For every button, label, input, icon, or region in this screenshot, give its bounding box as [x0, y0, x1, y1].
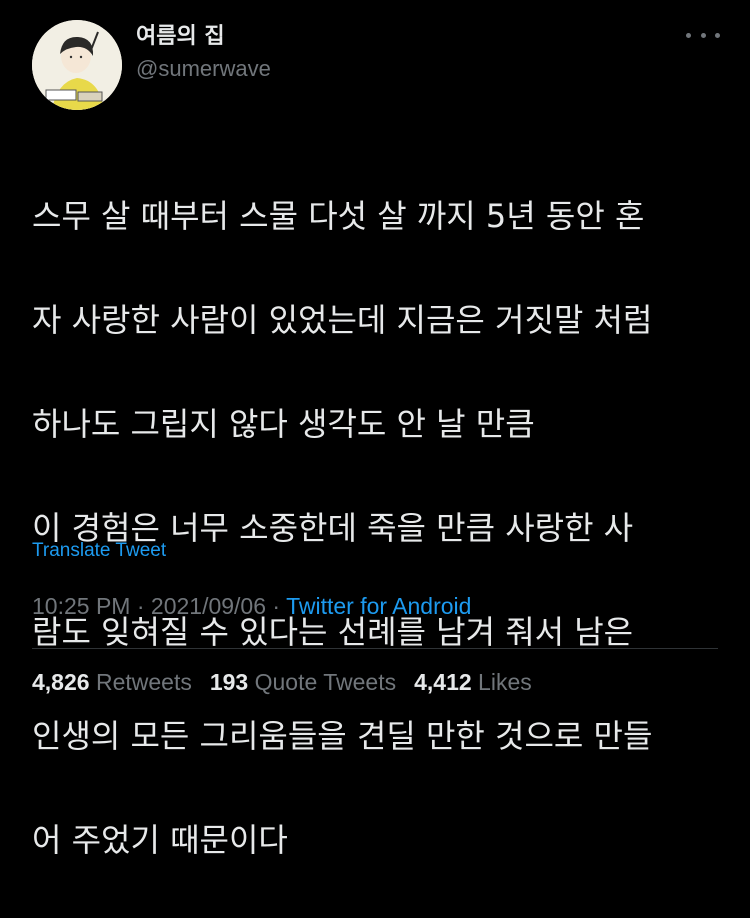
tweet-header: 여름의 집 @sumerwave	[32, 12, 730, 110]
meta-separator: ·	[272, 593, 281, 619]
tweet-line: 자 사랑한 사람이 있었는데 지금은 거짓말 처럼	[32, 301, 653, 339]
quote-tweets-count: 193	[209, 669, 249, 695]
tweet-date[interactable]: 2021/09/06	[151, 593, 266, 619]
likes-count: 4,412	[414, 669, 472, 695]
avatar[interactable]	[32, 20, 122, 110]
quote-tweets-label: Quote Tweets	[254, 669, 397, 695]
likes-label: Likes	[478, 669, 532, 695]
quote-tweets-stat[interactable]: 193 Quote Tweets	[210, 669, 396, 696]
retweets-label: Retweets	[95, 669, 192, 695]
tweet-line: 하나도 그립지 않다 생각도 안 날 만큼	[32, 405, 535, 443]
divider	[32, 648, 718, 649]
avatar-illustration	[32, 20, 122, 110]
engagement-stats: 4,826 Retweets 193 Quote Tweets 4,412 Li…	[32, 669, 532, 696]
likes-stat[interactable]: 4,412 Likes	[414, 669, 532, 696]
more-dot	[700, 32, 706, 38]
more-dot	[686, 32, 691, 38]
tweet-line: 어 주었기 때문이다	[32, 821, 288, 859]
tweet-metadata: 10:25 PM · 2021/09/06 · Twitter for Andr…	[32, 593, 471, 620]
more-options-icon[interactable]	[686, 26, 720, 44]
retweets-stat[interactable]: 4,826 Retweets	[32, 669, 192, 696]
user-handle[interactable]: @sumerwave	[136, 52, 271, 86]
more-dot	[715, 32, 720, 38]
tweet-line: 인생의 모든 그리움들을 견딜 만한 것으로 만들	[32, 717, 653, 755]
tweet-text: 스무 살 때부터 스물 다섯 살 까지 5년 동안 혼 자 사랑한 사람이 있었…	[32, 138, 732, 918]
author-names: 여름의 집 @sumerwave	[136, 22, 271, 86]
tweet-time[interactable]: 10:25 PM	[32, 593, 130, 619]
meta-separator: ·	[136, 593, 145, 619]
tweet-source-link[interactable]: Twitter for Android	[286, 593, 471, 619]
display-name[interactable]: 여름의 집	[136, 22, 271, 52]
retweets-count: 4,826	[32, 669, 90, 695]
translate-tweet-link[interactable]: Translate Tweet	[32, 540, 166, 562]
tweet-line: 스무 살 때부터 스물 다섯 살 까지 5년 동안 혼	[32, 197, 645, 235]
